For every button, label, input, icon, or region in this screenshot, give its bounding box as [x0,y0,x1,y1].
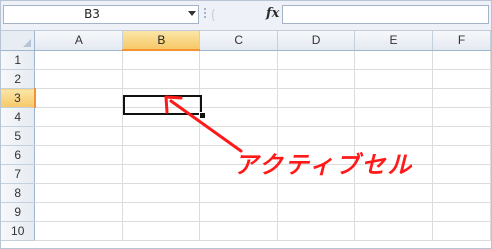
cell-f3[interactable] [432,88,491,108]
cell-f10[interactable] [432,221,491,241]
cell-c3[interactable] [199,88,279,108]
cell-c9[interactable] [199,202,279,222]
cell-a1[interactable] [34,50,124,70]
cell-e1[interactable] [354,50,433,70]
chevron-down-icon[interactable] [188,11,196,16]
row-header-2[interactable]: 2 [1,69,36,89]
cell-b9[interactable] [122,202,201,222]
row-header-7[interactable]: 7 [1,164,36,184]
cell-c1[interactable] [199,50,279,70]
cell-f8[interactable] [432,183,491,203]
row-1: 1 [1,50,491,70]
cell-d8[interactable] [277,183,356,203]
cell-b7[interactable] [122,164,201,184]
row-10: 10 [1,221,491,241]
column-header-b[interactable]: B [122,31,201,51]
row-8: 8 [1,183,491,203]
cell-a2[interactable] [34,69,124,89]
cell-f4[interactable] [432,107,491,127]
cell-f9[interactable] [432,202,491,222]
select-all-icon [23,38,32,47]
cell-f5[interactable] [432,126,491,146]
row-2: 2 [1,69,491,89]
cell-b5[interactable] [122,126,201,146]
cell-b8[interactable] [122,183,201,203]
cell-a5[interactable] [34,126,124,146]
cell-b2[interactable] [122,69,201,89]
name-box[interactable]: B3 [3,5,199,24]
formula-bar: B3 fx [1,1,491,31]
cell-e2[interactable] [354,69,433,89]
cell-b1[interactable] [122,50,201,70]
cell-a4[interactable] [34,107,124,127]
cell-b4[interactable] [122,107,201,127]
cell-b3[interactable] [122,88,201,108]
cell-d9[interactable] [277,202,356,222]
fill-handle[interactable] [199,112,206,119]
spreadsheet-window: B3 fx A B C D E F 1 2 3 4 5 6 7 8 9 10 ア… [0,0,492,249]
cell-e8[interactable] [354,183,433,203]
cell-c5[interactable] [199,126,279,146]
cell-d5[interactable] [277,126,356,146]
column-header-d[interactable]: D [277,31,356,51]
cell-c2[interactable] [199,69,279,89]
cell-e4[interactable] [354,107,433,127]
cell-b6[interactable] [122,145,201,165]
insert-function-icon[interactable]: fx [266,6,279,21]
cell-e5[interactable] [354,126,433,146]
column-header-f[interactable]: F [432,31,491,51]
cell-d4[interactable] [277,107,356,127]
row-header-8[interactable]: 8 [1,183,36,203]
worksheet-grid: A B C D E F 1 2 3 4 5 6 7 8 9 10 [1,31,491,241]
cell-d10[interactable] [277,221,356,241]
cell-f6[interactable] [432,145,491,165]
cell-f2[interactable] [432,69,491,89]
cell-b10[interactable] [122,221,201,241]
cell-a8[interactable] [34,183,124,203]
row-header-5[interactable]: 5 [1,126,36,146]
formula-mark-icon [211,8,215,22]
cell-a6[interactable] [34,145,124,165]
column-header-a[interactable]: A [34,31,124,51]
cell-e10[interactable] [354,221,433,241]
column-header-c[interactable]: C [199,31,279,51]
annotation-label: アクティブセル [234,151,414,179]
cell-d1[interactable] [277,50,356,70]
cell-c10[interactable] [199,221,279,241]
row-3: 3 [1,88,491,108]
select-all-corner[interactable] [1,31,36,51]
cell-a7[interactable] [34,164,124,184]
formula-input[interactable] [282,5,489,24]
column-header-e[interactable]: E [354,31,433,51]
row-4: 4 [1,107,491,127]
cell-d3[interactable] [277,88,356,108]
cell-f1[interactable] [432,50,491,70]
cell-a3[interactable] [34,88,124,108]
cell-c8[interactable] [199,183,279,203]
row-9: 9 [1,202,491,222]
cell-e3[interactable] [354,88,433,108]
cell-f7[interactable] [432,164,491,184]
row-header-6[interactable]: 6 [1,145,36,165]
row-header-1[interactable]: 1 [1,50,36,70]
row-header-3[interactable]: 3 [1,88,36,108]
formula-buttons: fx [208,5,281,24]
cell-a10[interactable] [34,221,124,241]
row-header-9[interactable]: 9 [1,202,36,222]
cell-c4[interactable] [199,107,279,127]
cell-d2[interactable] [277,69,356,89]
name-box-value: B3 [84,7,100,21]
row-header-10[interactable]: 10 [1,221,36,241]
cell-a9[interactable] [34,202,124,222]
row-5: 5 [1,126,491,146]
row-header-4[interactable]: 4 [1,107,36,127]
cell-e9[interactable] [354,202,433,222]
